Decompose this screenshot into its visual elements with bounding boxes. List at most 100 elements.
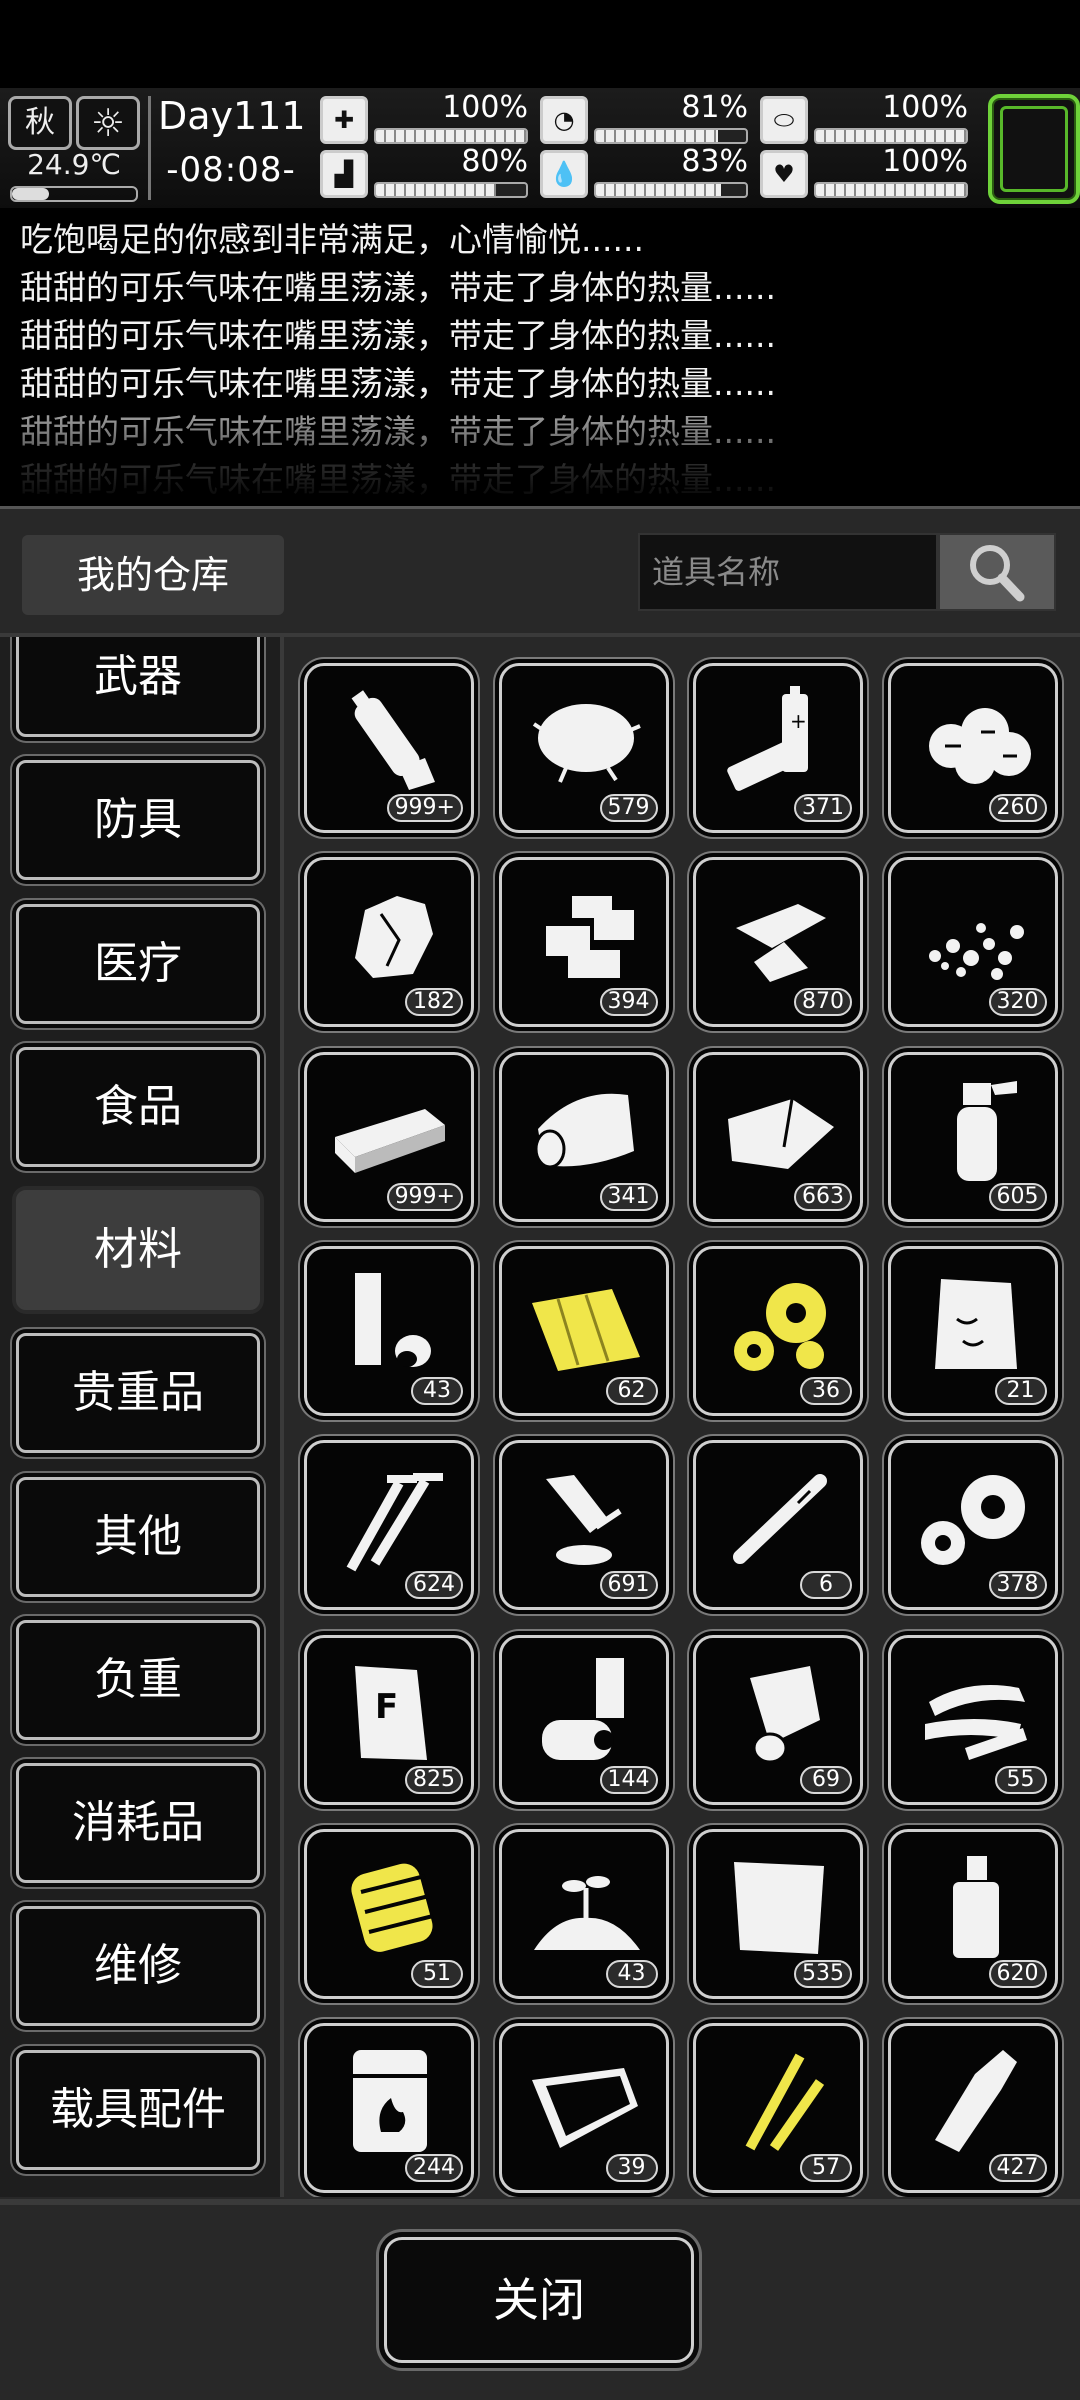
category-tab[interactable]: 食品 [16, 1046, 260, 1167]
pill-icon: ⬭ [760, 96, 808, 144]
item-slot[interactable]: 320 [887, 857, 1058, 1028]
item-slot[interactable]: 427 [887, 2023, 1058, 2194]
rod-icon [733, 1474, 827, 1565]
immunity-stat: ⬭ 100% [760, 90, 970, 144]
item-slot[interactable]: 605 [887, 1051, 1058, 1222]
search-button[interactable] [938, 533, 1056, 611]
day-counter: Day111 [158, 94, 306, 138]
oil-bottle-icon [952, 1855, 999, 1958]
fabric-icon [728, 1098, 834, 1169]
category-tab[interactable]: 贵重品 [16, 1333, 260, 1454]
item-slot[interactable]: 579 [498, 663, 669, 833]
item-slot[interactable]: 43 [498, 1828, 669, 1999]
stomach-icon: ◔ [540, 96, 588, 144]
item-slot[interactable]: 69 [693, 1634, 863, 1805]
item-slot[interactable]: 663 [693, 1051, 863, 1222]
item-slot[interactable]: 394 [498, 857, 669, 1028]
strip-icon [924, 1684, 1027, 1760]
category-sidebar[interactable]: 武器防具医疗食品材料贵重品其他负重消耗品维修载具配件 [0, 637, 282, 2197]
item-slot[interactable]: 341 [498, 1051, 669, 1222]
glue-tube-icon [545, 1475, 622, 1566]
cogwheels-icon [920, 1475, 1025, 1566]
category-tab[interactable]: 消耗品 [16, 1763, 260, 1883]
log-line: 甜甜的可乐气味在嘴里荡漾，带走了身体的热量...... [20, 460, 776, 499]
item-slot[interactable]: 21 [887, 1245, 1058, 1416]
item-slot[interactable]: 260 [887, 663, 1058, 833]
item-count: 21 [994, 1376, 1047, 1405]
item-count: 39 [605, 2154, 658, 2183]
item-slot[interactable]: 43 [304, 1245, 474, 1416]
item-slot[interactable]: 51 [304, 1828, 474, 1999]
item-slot[interactable]: +371 [693, 663, 863, 833]
temperature-bar [10, 186, 138, 202]
map-button[interactable] [988, 94, 1080, 204]
item-count: 36 [800, 1376, 852, 1405]
category-tab[interactable]: 材料 [16, 1190, 260, 1310]
film-icon [531, 2068, 638, 2149]
item-slot[interactable]: 6 [693, 1440, 863, 1611]
cloth-roll-icon [534, 1093, 634, 1169]
item-count: 999+ [386, 1182, 463, 1211]
category-tab[interactable]: 其他 [16, 1476, 260, 1597]
wood-plank-icon [335, 1108, 445, 1173]
category-tab[interactable]: 负重 [16, 1619, 260, 1740]
item-count: 605 [988, 1182, 1047, 1211]
item-count: 260 [988, 794, 1047, 822]
thirst-value: 83% [681, 144, 748, 179]
item-slot[interactable]: 244 [304, 2023, 474, 2194]
item-count: 427 [988, 2154, 1047, 2183]
screws-icon [346, 1473, 443, 1572]
item-slot[interactable]: 144 [498, 1634, 669, 1805]
item-slot[interactable]: 999+ [304, 1051, 474, 1222]
item-slot[interactable]: 378 [887, 1440, 1058, 1611]
fiber-bundle-icon [532, 704, 641, 783]
category-tab[interactable]: 医疗 [16, 903, 260, 1024]
clock: -08:08- [166, 150, 296, 190]
item-grid[interactable]: 999+ 579 +371 260 182 394 870 320 999+ 341 663 605 4… [290, 649, 1070, 2197]
item-slot[interactable]: 870 [693, 857, 863, 1028]
item-slot[interactable]: 36 [693, 1245, 863, 1416]
item-slot[interactable]: 55 [887, 1634, 1058, 1805]
item-slot[interactable]: F 825 [304, 1634, 474, 1805]
item-slot[interactable]: 62 [498, 1245, 669, 1416]
category-tab[interactable]: 武器 [16, 637, 260, 737]
thirst-bar [594, 182, 748, 198]
item-slot[interactable]: 691 [498, 1440, 669, 1611]
mood-bar [814, 182, 968, 198]
item-slot[interactable]: 182 [304, 857, 474, 1028]
item-slot[interactable]: 39 [498, 2023, 669, 2194]
item-slot[interactable]: 999+ [304, 663, 474, 833]
search-input[interactable] [638, 533, 938, 611]
rock-icon [355, 896, 433, 979]
item-count: 43 [605, 1959, 658, 1988]
item-slot[interactable]: 535 [693, 1828, 863, 1999]
divider [148, 96, 151, 200]
category-tab[interactable]: 载具配件 [16, 2049, 260, 2170]
category-tab[interactable]: 防具 [16, 760, 260, 881]
item-slot[interactable]: 620 [887, 1828, 1058, 1999]
gears-icon [734, 1282, 826, 1371]
item-count: 663 [794, 1182, 852, 1211]
close-button[interactable]: 关闭 [384, 2237, 694, 2363]
item-count: 62 [605, 1376, 658, 1405]
item-count: 624 [405, 1571, 463, 1600]
status-bar: 秋 ☼ 24.9℃ Day111 -08:08- ✚ 100% ◔ 81% ⬭ … [0, 88, 1080, 208]
item-count: 51 [411, 1959, 463, 1988]
season-badge: 秋 [8, 96, 72, 150]
health-value: 100% [442, 90, 528, 125]
item-slot[interactable]: 57 [693, 2023, 863, 2194]
item-count: 43 [411, 1376, 463, 1405]
tarp-icon [531, 1288, 640, 1371]
category-tab[interactable]: 维修 [16, 1906, 260, 2027]
item-count: 378 [988, 1571, 1047, 1600]
item-count: 244 [405, 2154, 463, 2183]
item-count: 535 [794, 1959, 852, 1988]
panel-title: 我的仓库 [22, 535, 284, 615]
mood-value: 100% [882, 144, 968, 179]
divider [0, 2199, 1080, 2205]
plastic-bottle-icon [351, 690, 435, 790]
item-count: 579 [599, 794, 658, 822]
stamina-bar [374, 182, 528, 198]
magnifier-icon [970, 545, 1025, 602]
item-slot[interactable]: 624 [304, 1440, 474, 1611]
